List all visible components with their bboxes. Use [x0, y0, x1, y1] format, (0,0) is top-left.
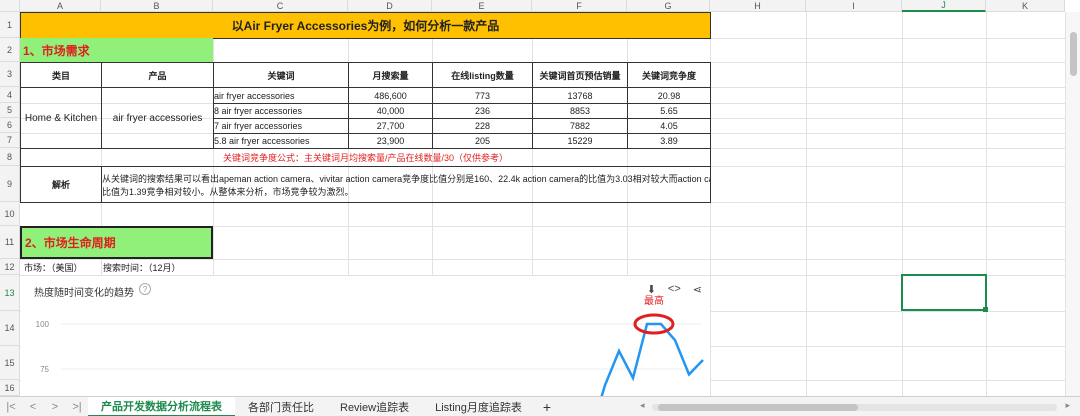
listing-count-cell[interactable]: 228 [432, 118, 533, 134]
row-header-9[interactable]: 9 [0, 166, 20, 202]
vertical-scrollbar-thumb[interactable] [1070, 32, 1077, 76]
competition-cell[interactable]: 3.89 [627, 133, 711, 149]
row-header-5[interactable]: 5 [0, 103, 20, 118]
tab-review[interactable]: Review追踪表 [327, 397, 422, 416]
next-sheet-icon[interactable]: > [44, 401, 66, 413]
last-sheet-icon[interactable]: >| [66, 401, 88, 413]
search-volume-cell[interactable]: 27,700 [348, 118, 433, 134]
trend-chart[interactable]: 热度随时间变化的趋势 ? ⬇ <> ⋖ 100 75 最高 [21, 276, 710, 396]
row-header-8[interactable]: 8 [0, 148, 20, 166]
table-header-competition[interactable]: 关键词竞争度 [627, 62, 711, 88]
select-all-corner[interactable] [0, 0, 20, 12]
analysis-line-1: 从关键词的搜索结果可以看出apeman action camera、vivita… [102, 173, 711, 184]
keyword-cell[interactable]: 8 air fryer accessories [213, 103, 349, 119]
table-header-monthly-search[interactable]: 月搜索量 [348, 62, 433, 88]
row-header-15[interactable]: 15 [0, 346, 20, 380]
peak-label: 最高 [644, 294, 664, 307]
trend-series-line [600, 322, 704, 396]
row-header-3[interactable]: 3 [0, 62, 20, 87]
gridline [902, 12, 903, 396]
tab-product-dev[interactable]: 产品开发数据分析流程表 [88, 396, 235, 416]
listing-count-cell[interactable]: 236 [432, 103, 533, 119]
competition-cell[interactable]: 4.05 [627, 118, 711, 134]
gridline [806, 12, 807, 396]
scroll-right-icon[interactable]: ▸ [1065, 400, 1070, 411]
column-header-f[interactable]: F [532, 0, 627, 12]
trend-chart-plot: 100 75 最高 [36, 294, 704, 396]
y-tick-label: 100 [36, 320, 50, 329]
sheet-title[interactable]: 以Air Fryer Accessories为例，如何分析一款产品 [20, 12, 711, 39]
section-market-lifecycle[interactable]: 2、市场生命周期 [20, 226, 213, 259]
column-header-g[interactable]: G [627, 0, 710, 12]
column-header-b[interactable]: B [101, 0, 213, 12]
search-volume-cell[interactable]: 486,600 [348, 87, 433, 104]
column-header-k[interactable]: K [986, 0, 1065, 12]
tab-listing[interactable]: Listing月度追踪表 [422, 397, 535, 416]
spreadsheet: A B C D E F G H I J K 1 2 3 4 5 6 7 8 9 … [0, 0, 1080, 416]
row-header-14[interactable]: 14 [0, 311, 20, 346]
scroll-left-icon[interactable]: ◂ [640, 400, 645, 411]
column-header-j[interactable]: J [902, 0, 986, 12]
est-sales-cell[interactable]: 15229 [532, 133, 628, 149]
tab-department[interactable]: 各部门责任比 [235, 397, 327, 416]
search-volume-cell[interactable]: 40,000 [348, 103, 433, 119]
row-header-4[interactable]: 4 [0, 87, 20, 103]
fill-handle[interactable] [983, 307, 988, 312]
competition-cell[interactable]: 20.98 [627, 87, 711, 104]
row-header-11[interactable]: 11 [0, 226, 20, 259]
row-header-2[interactable]: 2 [0, 38, 20, 62]
product-cell[interactable]: air fryer accessories [101, 87, 214, 149]
listing-count-cell[interactable]: 205 [432, 133, 533, 149]
prev-sheet-icon[interactable]: < [22, 401, 44, 413]
row-header-13[interactable]: 13 [0, 275, 20, 311]
row-header-10[interactable]: 10 [0, 202, 20, 226]
row-header-12[interactable]: 12 [0, 259, 20, 275]
first-sheet-icon[interactable]: |< [0, 401, 22, 413]
add-sheet-button[interactable]: + [535, 399, 559, 415]
search-time-label[interactable]: 搜索时间：（12月） [101, 259, 213, 275]
selected-cell[interactable] [901, 274, 987, 311]
est-sales-cell[interactable]: 8853 [532, 103, 628, 119]
vertical-scrollbar[interactable] [1065, 12, 1080, 396]
column-header-d[interactable]: D [348, 0, 432, 12]
column-header-c[interactable]: C [213, 0, 348, 12]
competition-cell[interactable]: 5.65 [627, 103, 711, 119]
section-market-demand[interactable]: 1、市场需求 [20, 38, 213, 62]
column-header-e[interactable]: E [432, 0, 532, 12]
table-header-category[interactable]: 类目 [20, 62, 102, 88]
column-header-i[interactable]: I [806, 0, 902, 12]
listing-count-cell[interactable]: 773 [432, 87, 533, 104]
sheet-tab-bar: |< < > >| 产品开发数据分析流程表 各部门责任比 Review追踪表 L… [0, 396, 1080, 416]
gridline [986, 12, 987, 396]
table-header-product[interactable]: 产品 [101, 62, 214, 88]
row-header-16[interactable]: 16 [0, 380, 20, 396]
row-header-1[interactable]: 1 [0, 12, 20, 38]
market-label[interactable]: 市场：（美国） [21, 259, 101, 275]
row-header-6[interactable]: 6 [0, 118, 20, 133]
column-header-a[interactable]: A [20, 0, 101, 12]
formula-note[interactable]: 关键词竞争度公式：主关键词月均搜索量/产品在线数量/30（仅供参考） [20, 148, 711, 167]
analysis-text[interactable]: 从关键词的搜索结果可以看出apeman action camera、vivita… [101, 166, 711, 203]
column-header-h[interactable]: H [710, 0, 806, 12]
table-header-est-sales[interactable]: 关键词首页预估销量 [532, 62, 628, 88]
table-header-keyword[interactable]: 关键词 [213, 62, 349, 88]
keyword-cell[interactable]: air fryer accessories [213, 87, 349, 104]
horizontal-scrollbar[interactable]: ◂ ▸ [640, 400, 1070, 412]
analysis-line-2: 比值为1.39竞争相对较小。从整体来分析，市场竞争较为激烈。 [102, 186, 354, 197]
category-cell[interactable]: Home & Kitchen [20, 87, 102, 149]
y-tick-label: 75 [40, 365, 49, 374]
search-volume-cell[interactable]: 23,900 [348, 133, 433, 149]
row-header-7[interactable]: 7 [0, 133, 20, 148]
analysis-label[interactable]: 解析 [20, 166, 102, 203]
table-header-listing-count[interactable]: 在线listing数量 [432, 62, 533, 88]
keyword-cell[interactable]: 7 air fryer accessories [213, 118, 349, 134]
keyword-cell[interactable]: 5.8 air fryer accessories [213, 133, 349, 149]
est-sales-cell[interactable]: 7882 [532, 118, 628, 134]
est-sales-cell[interactable]: 13768 [532, 87, 628, 104]
horizontal-scrollbar-thumb[interactable] [658, 404, 858, 411]
